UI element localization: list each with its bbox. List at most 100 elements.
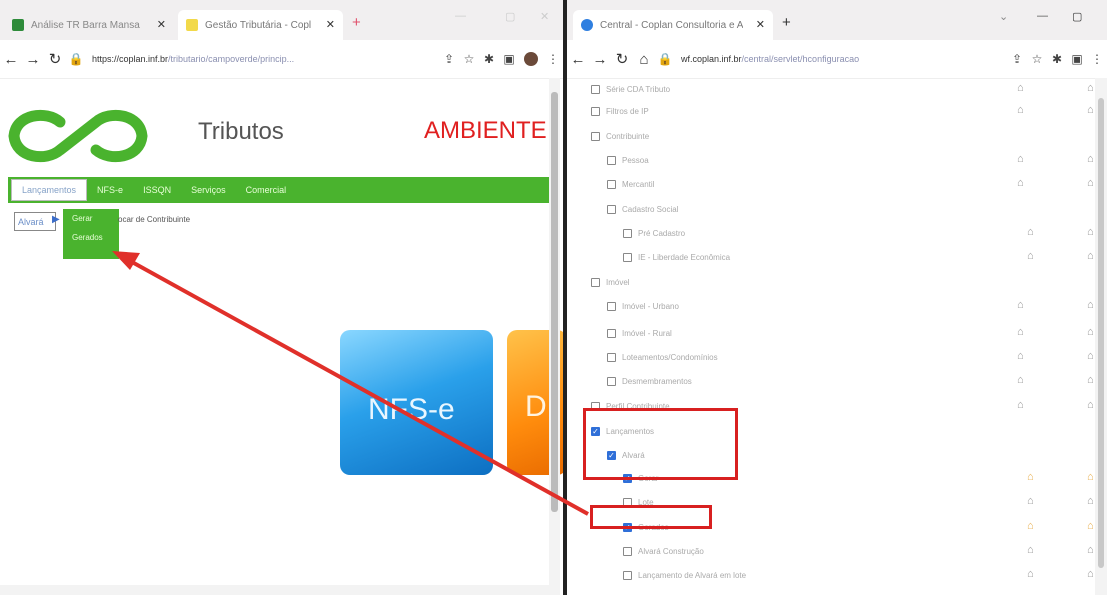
menu-comercial[interactable]: Comercial [236,185,297,195]
permission-lock-icon[interactable]: ⌂ [1087,250,1094,262]
tree-item-imovel[interactable]: Imóvel [591,271,630,293]
tree-item-desmembramentos[interactable]: Desmembramentos [607,370,692,392]
menu-nfse[interactable]: NFS-e [87,185,133,195]
new-tab-button[interactable]: + [782,14,791,31]
menu-icon[interactable]: ⋮ [543,52,563,66]
tab-gestao-tributaria[interactable]: Gestão Tributária - Copl ✕ [178,10,343,40]
submenu-gerados[interactable]: Gerados [63,228,119,247]
checkbox[interactable] [623,252,632,262]
permission-lock-icon[interactable]: ⌂ [1087,153,1094,165]
lock-icon[interactable]: 🔒 [655,52,675,66]
tree-item-lancamento-alvara-lote[interactable]: Lançamento de Alvará em lote [623,564,746,586]
permission-lock-icon[interactable]: ⌂ [1087,544,1094,556]
tree-item-cadastro-social[interactable]: Cadastro Social [607,198,678,220]
permission-lock-icon[interactable]: ⌂ [1017,326,1024,338]
tree-item-imovel-urbano[interactable]: Imóvel - Urbano [607,295,679,317]
tree-item-filtros-ip[interactable]: Filtros de IP [591,100,649,122]
profile-avatar[interactable] [524,52,538,66]
tree-item-pre-cadastro[interactable]: Pré Cadastro [623,222,685,244]
address-bar[interactable]: wf.coplan.inf.br/central/servlet/hconfig… [675,54,1007,64]
back-icon[interactable]: ← [567,51,589,68]
close-tab-icon[interactable]: ✕ [756,18,765,31]
minimize-icon[interactable]: — [455,10,466,22]
permission-lock-icon[interactable]: ⌂ [1087,495,1094,507]
permission-lock-icon[interactable]: ⌂ [1027,520,1034,532]
permission-lock-icon[interactable]: ⌂ [1027,250,1034,262]
permission-lock-icon[interactable]: ⌂ [1087,226,1094,238]
permission-lock-icon[interactable]: ⌂ [1087,374,1094,386]
tree-item-serie-cda[interactable]: Série CDA Tributo [591,78,670,100]
sidebar-icon[interactable]: ▣ [499,52,519,66]
close-tab-icon[interactable]: ✕ [326,18,335,31]
permission-lock-icon[interactable]: ⌂ [1017,374,1024,386]
permission-lock-icon[interactable]: ⌂ [1027,495,1034,507]
maximize-icon[interactable]: ▢ [505,10,515,23]
permission-lock-icon[interactable]: ⌂ [1087,177,1094,189]
checkbox[interactable] [607,155,616,165]
permission-lock-icon[interactable]: ⌂ [1027,226,1034,238]
permission-lock-icon[interactable]: ⌂ [1027,544,1034,556]
checkbox[interactable] [607,328,616,338]
sidebar-icon[interactable]: ▣ [1067,52,1087,66]
permission-lock-icon[interactable]: ⌂ [1087,326,1094,338]
tree-item-liberdade-economica[interactable]: IE - Liberdade Econômica [623,246,730,268]
permission-lock-icon[interactable]: ⌂ [1027,568,1034,580]
checkbox[interactable] [607,352,616,362]
maximize-icon[interactable]: ▢ [1072,10,1082,23]
permission-lock-icon[interactable]: ⌂ [1087,350,1094,362]
close-tab-icon[interactable]: ✕ [157,18,166,31]
tree-item-alvara-construcao[interactable]: Alvará Construção [623,540,704,562]
menu-servicos[interactable]: Serviços [181,185,236,195]
lock-icon[interactable]: 🔒 [66,52,86,66]
permission-lock-icon[interactable]: ⌂ [1087,520,1094,532]
permission-lock-icon[interactable]: ⌂ [1087,299,1094,311]
vertical-scrollbar[interactable] [1095,78,1107,595]
checkbox[interactable] [607,179,616,189]
checkbox[interactable] [591,277,600,287]
scroll-thumb[interactable] [551,92,558,512]
checkbox[interactable] [607,301,616,311]
scroll-thumb[interactable] [1098,98,1104,568]
minimize-icon[interactable]: — [1037,10,1048,22]
permission-lock-icon[interactable]: ⌂ [1017,82,1024,94]
tab-analise[interactable]: Análise TR Barra Mansa ✕ [4,10,174,40]
permission-lock-icon[interactable]: ⌂ [1017,299,1024,311]
permission-lock-icon[interactable]: ⌂ [1017,399,1024,411]
menu-icon[interactable]: ⋮ [1087,52,1107,66]
new-tab-button[interactable]: + [352,14,361,31]
tab-search-icon[interactable]: ⌄ [999,10,1008,23]
checkbox[interactable] [623,570,632,580]
forward-icon[interactable]: → [22,51,44,68]
checkbox[interactable] [591,106,600,116]
permission-lock-icon[interactable]: ⌂ [1027,471,1034,483]
close-window-icon[interactable]: ✕ [540,10,549,23]
tree-item-imovel-rural[interactable]: Imóvel - Rural [607,322,672,344]
reload-icon[interactable]: ↻ [611,50,633,68]
tree-item-mercantil[interactable]: Mercantil [607,173,654,195]
checkbox[interactable] [591,131,600,141]
permission-lock-icon[interactable]: ⌂ [1017,350,1024,362]
forward-icon[interactable]: → [589,51,611,68]
menu-alvara[interactable]: Alvará [14,212,56,231]
star-icon[interactable]: ☆ [1027,52,1047,66]
submenu-gerar[interactable]: Gerar [63,209,119,228]
tree-item-contribuinte[interactable]: Contribuinte [591,125,649,147]
share-icon[interactable]: ⇪ [1007,52,1027,66]
permission-lock-icon[interactable]: ⌂ [1087,568,1094,580]
permission-lock-icon[interactable]: ⌂ [1087,104,1094,116]
reload-icon[interactable]: ↻ [44,50,66,68]
back-icon[interactable]: ← [0,51,22,68]
share-icon[interactable]: ⇪ [439,52,459,66]
permission-lock-icon[interactable]: ⌂ [1087,399,1094,411]
checkbox[interactable] [623,228,632,238]
menu-issqn[interactable]: ISSQN [133,185,181,195]
address-bar[interactable]: https://coplan.inf.br/tributario/campove… [86,54,439,64]
home-icon[interactable]: ⌂ [633,51,655,68]
permission-lock-icon[interactable]: ⌂ [1017,177,1024,189]
star-icon[interactable]: ☆ [459,52,479,66]
checkbox[interactable] [591,84,600,94]
horizontal-scrollbar[interactable] [0,585,549,595]
permission-lock-icon[interactable]: ⌂ [1017,104,1024,116]
tree-item-loteamentos[interactable]: Loteamentos/Condomínios [607,346,718,368]
checkbox[interactable] [607,204,616,214]
